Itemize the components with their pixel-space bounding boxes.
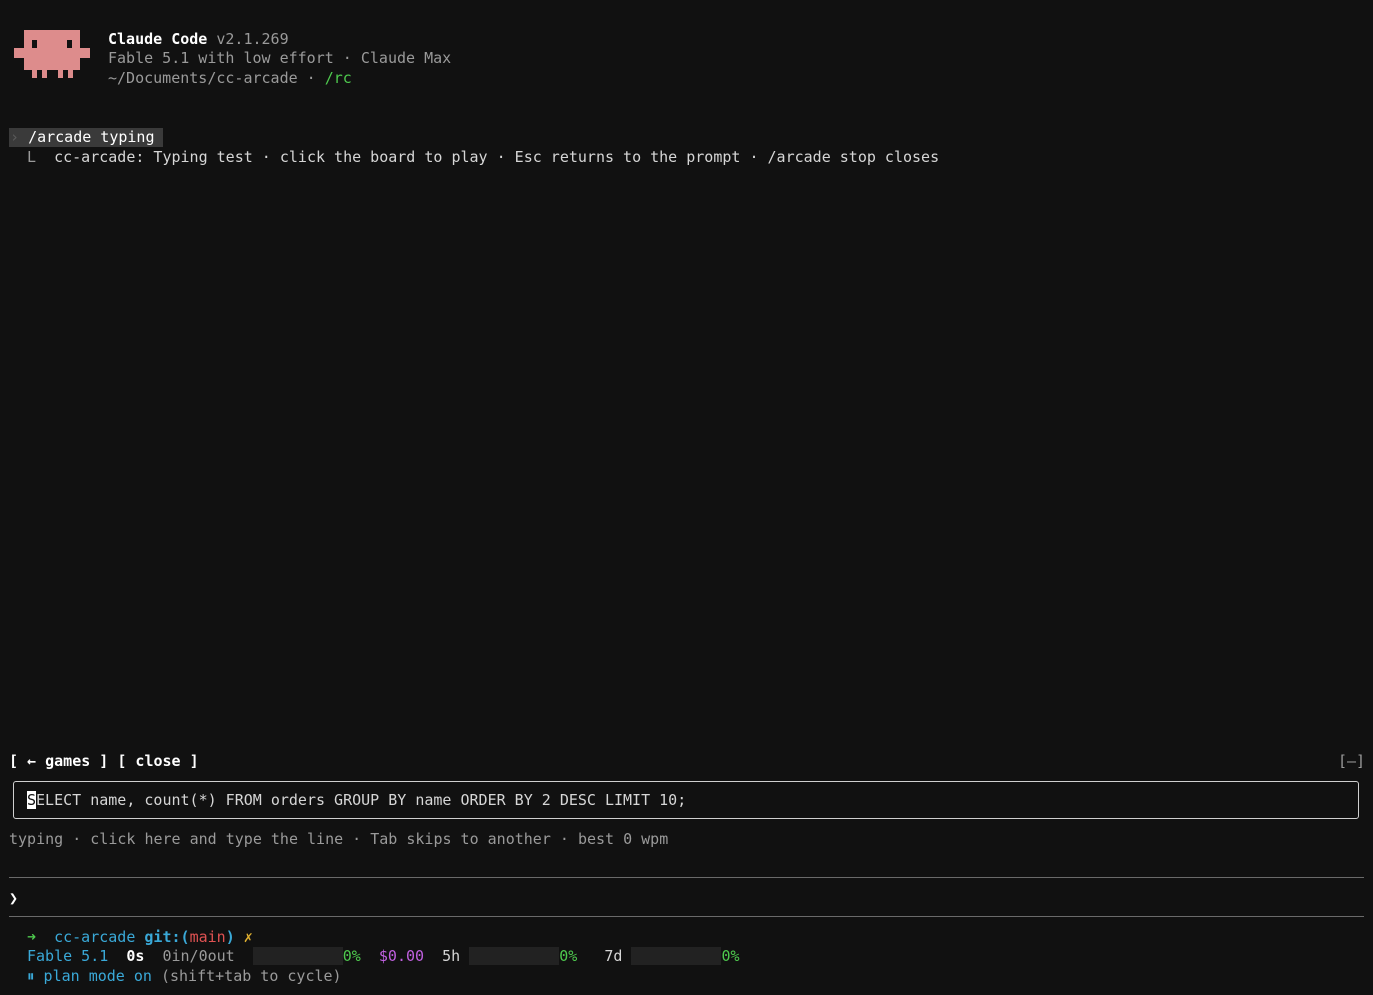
- user-command: › /arcade typing: [10, 128, 155, 147]
- app-version: v2.1.269: [216, 30, 289, 48]
- seven-day-label: 7d: [604, 947, 623, 965]
- prompt-bottom-divider: [9, 916, 1364, 917]
- elapsed-time: 0s: [126, 947, 145, 965]
- rc-link[interactable]: /rc: [325, 69, 352, 87]
- typing-target-text: ELECT name, count(*) FROM orders GROUP B…: [36, 791, 687, 809]
- cwd-path: ~/Documents/cc-arcade: [108, 69, 298, 87]
- pause-icon: ⏸: [27, 967, 35, 985]
- minimize-button[interactable]: [—]: [1338, 752, 1365, 771]
- command-text: /arcade typing: [28, 128, 155, 146]
- reply-marker-icon: L: [27, 148, 37, 166]
- statusline-git: ➜ cc-arcade git:(main) ✗: [27, 928, 253, 946]
- statusline-model: Fable 5.1: [27, 947, 109, 965]
- git-dirty-icon: ✗: [243, 928, 253, 946]
- plan-mode-hint: (shift+tab to cycle): [160, 967, 342, 985]
- model-line: Fable 5.1 with low effort · Claude Max: [108, 49, 452, 67]
- typing-target-line: SELECT name, count(*) FROM orders GROUP …: [27, 791, 686, 810]
- prompt-chevron-icon: ›: [10, 128, 20, 146]
- arrow-icon: ➜: [27, 928, 37, 946]
- assistant-reply: L cc-arcade: Typing test · click the boa…: [27, 148, 939, 167]
- statusline-usage: Fable 5.1 0s 0in/0out 0% $0.00 5h 0% 7d …: [27, 946, 740, 966]
- app-title-line: Claude Code v2.1.269: [108, 30, 289, 49]
- git-branch: main: [189, 928, 226, 946]
- games-button[interactable]: [ ← games ]: [9, 752, 108, 770]
- app-name: Claude Code: [108, 30, 208, 48]
- seven-day-pct: 0%: [721, 947, 740, 965]
- reply-text: cc-arcade: Typing test · click the board…: [54, 148, 940, 166]
- prompt-input[interactable]: ❯: [9, 889, 27, 908]
- typing-board[interactable]: SELECT name, count(*) FROM orders GROUP …: [13, 781, 1359, 819]
- token-count: 0in/0out: [162, 947, 235, 965]
- plan-mode-label: plan mode on: [43, 967, 152, 985]
- five-hour-label: 5h: [442, 947, 461, 965]
- claude-mascot-icon: [14, 30, 90, 78]
- cwd-line: ~/Documents/cc-arcade · /rc: [108, 69, 352, 87]
- typing-hint: typing · click here and type the line · …: [9, 830, 669, 848]
- context-bar: [252, 946, 343, 965]
- close-button[interactable]: [ close ]: [117, 752, 198, 770]
- prompt-chevron-icon: ❯: [9, 889, 19, 907]
- five-hour-pct: 0%: [559, 947, 578, 965]
- statusline-dir: cc-arcade: [54, 928, 136, 946]
- session-cost: $0.00: [378, 947, 425, 965]
- seven-day-bar: [631, 946, 722, 965]
- statusline-mode[interactable]: ⏸ plan mode on (shift+tab to cycle): [27, 967, 342, 986]
- typing-cursor: S: [27, 791, 37, 809]
- context-pct: 0%: [342, 947, 361, 965]
- prompt-top-divider: [9, 877, 1364, 878]
- five-hour-bar: [469, 946, 560, 965]
- game-panel-toolbar: [ ← games ] [ close ]: [9, 752, 199, 771]
